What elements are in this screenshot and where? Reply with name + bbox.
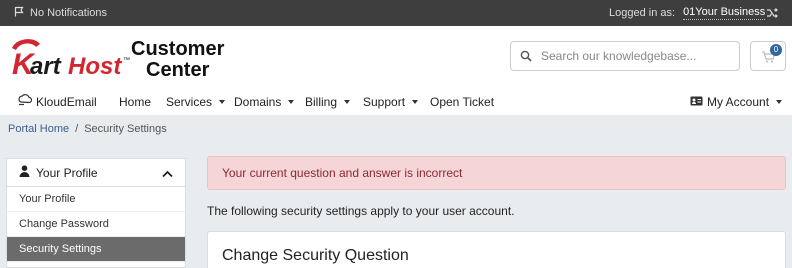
nav-label: Home xyxy=(119,94,152,109)
sidebar-item-change-password[interactable]: Change Password xyxy=(7,212,185,237)
sidebar-header[interactable]: Your Profile xyxy=(7,159,185,187)
login-info: Logged in as: 01Your Business xyxy=(609,0,766,26)
cart-count-badge: 0 xyxy=(770,44,782,56)
karthost-logo[interactable]: K art Host ™ Customer Center xyxy=(6,34,231,82)
nav-label: Services xyxy=(166,94,213,109)
knowledgebase-search xyxy=(510,41,740,71)
card-title: Change Security Question xyxy=(222,247,409,264)
svg-text:Center: Center xyxy=(146,59,210,81)
main-nav: KloudEmail Home Services Domains Billing… xyxy=(0,88,792,115)
nav-item-support[interactable]: Support xyxy=(363,88,419,115)
error-alert: Your current question and answer is inco… xyxy=(207,156,786,190)
top-bar: No Notifications Logged in as: 01Your Bu… xyxy=(0,0,792,26)
caret-down-icon xyxy=(219,99,226,104)
notifications-link[interactable]: No Notifications xyxy=(14,0,107,26)
search-input[interactable] xyxy=(541,49,726,63)
breadcrumb-separator: / xyxy=(75,123,79,135)
alert-message: Your current question and answer is inco… xyxy=(222,166,463,180)
chevron-up-icon[interactable] xyxy=(162,167,173,181)
sidebar-item-label: Change Password xyxy=(19,218,109,230)
svg-text:Host: Host xyxy=(68,53,122,80)
intro-text: The following security settings apply to… xyxy=(207,204,515,218)
sidebar-item-security-settings[interactable]: Security Settings xyxy=(7,237,185,262)
id-card-icon xyxy=(690,95,703,109)
my-account-menu[interactable]: My Account xyxy=(690,88,783,115)
kloudemail-icon xyxy=(18,94,33,109)
sidebar-item-label: Security Settings xyxy=(19,243,102,255)
nav-item-kloudemail[interactable]: KloudEmail xyxy=(18,88,97,115)
nav-label: Billing xyxy=(305,94,338,109)
search-icon[interactable] xyxy=(511,50,541,62)
notifications-label: No Notifications xyxy=(30,7,108,19)
sidebar-item-your-profile[interactable]: Your Profile xyxy=(7,187,185,212)
user-icon xyxy=(19,165,30,180)
account-name-link[interactable]: 01Your Business xyxy=(683,6,766,20)
breadcrumb: Portal Home / Security Settings xyxy=(8,115,167,143)
nav-item-services[interactable]: Services xyxy=(166,88,226,115)
nav-item-open-ticket[interactable]: Open Ticket xyxy=(430,88,494,115)
caret-down-icon xyxy=(776,99,783,104)
nav-item-home[interactable]: Home xyxy=(119,88,151,115)
sidebar-title: Your Profile xyxy=(36,165,98,180)
nav-label: Open Ticket xyxy=(430,94,495,109)
switch-account-icon[interactable] xyxy=(766,7,778,19)
nav-label: KloudEmail xyxy=(36,94,97,109)
breadcrumb-home-link[interactable]: Portal Home xyxy=(8,123,69,135)
header: K art Host ™ Customer Center 0 xyxy=(0,26,792,88)
nav-label: Domains xyxy=(234,94,282,109)
caret-down-icon xyxy=(288,99,295,104)
svg-text:Customer: Customer xyxy=(131,38,225,60)
nav-label: Support xyxy=(363,94,406,109)
cart-button[interactable]: 0 xyxy=(750,41,786,71)
profile-sidebar: Your Profile Your Profile Change Passwor… xyxy=(6,158,186,268)
change-security-question-card: Change Security Question xyxy=(207,231,786,268)
caret-down-icon xyxy=(412,99,419,104)
nav-item-domains[interactable]: Domains xyxy=(234,88,295,115)
flag-icon xyxy=(14,6,25,20)
my-account-label: My Account xyxy=(707,94,770,109)
svg-text:art: art xyxy=(30,53,62,80)
nav-item-billing[interactable]: Billing xyxy=(305,88,351,115)
caret-down-icon xyxy=(344,99,351,104)
sidebar-item-label: Your Profile xyxy=(19,193,76,205)
svg-text:™: ™ xyxy=(123,57,130,64)
breadcrumb-current: Security Settings xyxy=(84,123,167,135)
logged-in-label: Logged in as: xyxy=(609,7,676,19)
